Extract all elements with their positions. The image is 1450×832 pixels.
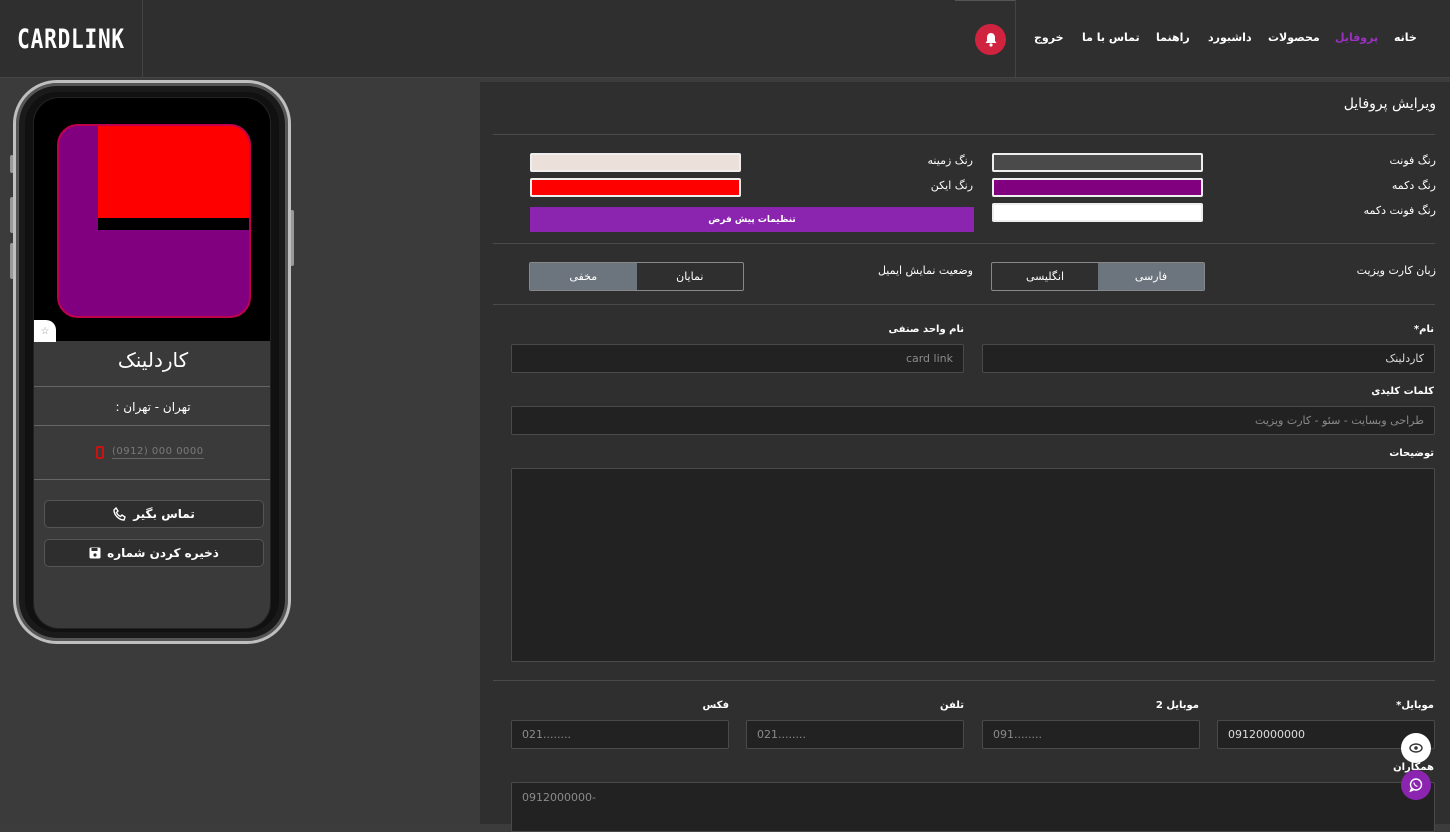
keywords-input[interactable]: طراحی وبسایت - سئو - کارت ویزیت: [511, 406, 1435, 435]
call-button-label: تماس بگیر: [133, 507, 195, 521]
preview-phone: (0912) 000 0000: [112, 446, 204, 459]
font-color-picker[interactable]: [992, 153, 1203, 172]
preview-address: تهران - تهران :: [115, 400, 191, 414]
background-color-picker[interactable]: [530, 153, 741, 172]
save-contact-button[interactable]: ذخیره کردن شماره: [44, 539, 264, 567]
default-settings-button[interactable]: تنظیمات پیش فرض: [530, 207, 974, 232]
nav-home[interactable]: خانه: [1394, 31, 1417, 44]
email-option-visible[interactable]: نمایان: [637, 263, 744, 290]
email-option-hidden[interactable]: مخفی: [530, 263, 637, 290]
language-option-persian[interactable]: فارسی: [1098, 263, 1204, 290]
whatsapp-button[interactable]: [1401, 770, 1431, 800]
favorite-star-icon[interactable]: ☆: [34, 320, 56, 342]
button-font-color-picker[interactable]: [992, 203, 1203, 222]
preview-divider: [34, 479, 270, 480]
save-contact-label: ذخیره کردن شماره: [107, 546, 219, 560]
button-font-color-label: رنگ فونت دکمه: [1363, 204, 1436, 217]
colleagues-input[interactable]: 0912000000-: [511, 782, 1435, 832]
preview-name: کاردلینک: [117, 348, 189, 372]
section-divider: [493, 134, 1435, 135]
language-option-english[interactable]: انگلیسی: [992, 263, 1098, 290]
fax-label: فکس: [702, 700, 730, 711]
button-color-picker[interactable]: [992, 178, 1203, 197]
mobile2-input[interactable]: 091........: [982, 720, 1200, 749]
icon-color-picker[interactable]: [530, 178, 741, 197]
background-color-label: رنگ زمینه: [927, 154, 973, 167]
nav-profile[interactable]: پروفایل: [1335, 31, 1378, 44]
font-color-label: رنگ فونت: [1389, 154, 1436, 167]
icon-color-label: رنگ ایکن: [930, 179, 973, 192]
preview-divider: [34, 386, 270, 387]
phone-input[interactable]: 021........: [746, 720, 964, 749]
mobile-label: موبایل*: [1396, 700, 1434, 711]
nav-guide[interactable]: راهنما: [1156, 31, 1190, 44]
fax-input[interactable]: 021........: [511, 720, 729, 749]
section-divider: [493, 243, 1435, 244]
name-label: نام*: [1413, 324, 1434, 335]
business-name-label: نام واحد صنفی: [888, 324, 965, 335]
whatsapp-icon: [1409, 778, 1423, 793]
button-color-label: رنگ دکمه: [1391, 179, 1436, 192]
section-divider: [493, 304, 1435, 305]
top-navbar: CARDLINK خانه پروفایل محصولات داشبورد را…: [0, 0, 1450, 78]
eye-icon: [1409, 743, 1423, 753]
card-language-toggle: انگلیسی فارسی: [991, 262, 1205, 291]
page-title: ویرایش پروفایل: [1343, 96, 1436, 112]
description-textarea[interactable]: [511, 468, 1435, 662]
keywords-label: کلمات کلیدی: [1371, 386, 1434, 397]
notifications-button[interactable]: [975, 24, 1006, 55]
card-language-label: زبان کارت ویزیت: [1356, 264, 1436, 277]
card-cover: [34, 98, 270, 341]
phone-call-icon: [113, 507, 127, 521]
navbar-divider: [1015, 0, 1016, 78]
nav-products[interactable]: محصولات: [1268, 31, 1320, 44]
phone-mockup: ☆ کاردلینک تهران - تهران : (0912) 000 00…: [13, 80, 291, 644]
mobile-phone-icon: [96, 446, 104, 459]
email-display-toggle: مخفی نمایان: [529, 262, 744, 291]
mobile2-label: موبایل 2: [1155, 700, 1199, 711]
section-divider: [493, 680, 1435, 681]
nav-logout[interactable]: خروج: [1034, 31, 1064, 44]
description-label: توضیحات: [1389, 448, 1434, 459]
preview-divider: [34, 425, 270, 426]
phone-label: تلفن: [939, 700, 964, 711]
email-display-label: وضعیت نمایش ایمیل: [877, 264, 973, 277]
phone-screen: ☆ کاردلینک تهران - تهران : (0912) 000 00…: [33, 97, 271, 629]
nav-contact[interactable]: تماس با ما: [1082, 31, 1140, 44]
business-name-input[interactable]: card link: [511, 344, 964, 373]
name-input[interactable]: کاردلینک: [982, 344, 1435, 373]
floppy-disk-icon: [89, 547, 101, 559]
nav-dashboard[interactable]: داشبورد: [1208, 31, 1252, 44]
navbar-divider-top: [955, 0, 1015, 1]
call-button[interactable]: تماس بگیر: [44, 500, 264, 528]
brand-logo-text: CARDLINK: [17, 23, 125, 55]
brand-logo[interactable]: CARDLINK: [0, 0, 143, 78]
preview-toggle-button[interactable]: [1401, 733, 1431, 763]
bell-icon: [985, 33, 996, 47]
edit-profile-panel: ویرایش پروفایل رنگ فونت رنگ دکمه رنگ فون…: [480, 82, 1450, 832]
card-logo-image: [57, 124, 251, 318]
